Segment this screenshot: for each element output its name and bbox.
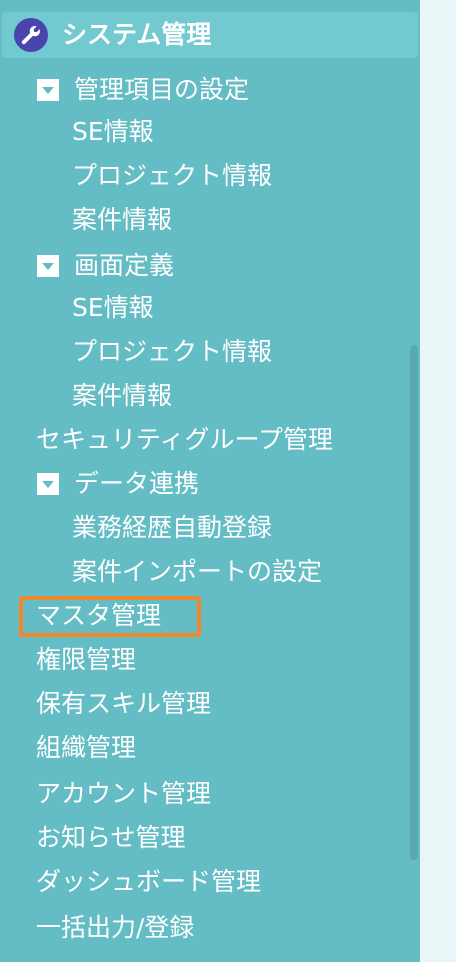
menu-item-account[interactable]: アカウント管理 (36, 774, 211, 814)
collapse-toggle-icon[interactable] (36, 254, 60, 278)
menu-item-screen-def-project[interactable]: プロジェクト情報 (72, 332, 272, 372)
menu-item-label: 保有スキル管理 (36, 689, 212, 718)
menu-item-label: プロジェクト情報 (72, 161, 273, 190)
menu-item-item-settings-case[interactable]: 案件情報 (72, 200, 172, 240)
sidebar-scrollbar[interactable] (410, 345, 418, 860)
menu-group-label: 管理項目の設定 (74, 75, 250, 104)
menu-item-permission[interactable]: 権限管理 (36, 640, 136, 680)
sidebar-header-title: システム管理 (62, 20, 212, 49)
collapse-toggle-icon[interactable] (36, 472, 60, 496)
menu-item-label: 権限管理 (36, 645, 137, 674)
highlight-box (19, 596, 201, 637)
menu-item-label: 案件インポートの設定 (72, 557, 323, 586)
main-content-edge (420, 0, 456, 962)
menu-item-label: SE情報 (72, 117, 154, 146)
menu-item-label: セキュリティグループ管理 (36, 425, 334, 454)
sidebar: システム管理 管理項目の設定 SE情報 プロジェクト情報 案件情報 画面定義 S… (0, 0, 420, 962)
menu-item-label: お知らせ管理 (36, 823, 186, 852)
collapse-toggle-icon[interactable] (36, 78, 60, 102)
menu-group-label: 画面定義 (74, 251, 175, 280)
menu-item-bulk-export-import[interactable]: 一括出力/登録 (36, 908, 194, 948)
menu-item-item-settings-se[interactable]: SE情報 (72, 112, 154, 152)
menu-item-label: アカウント管理 (36, 779, 212, 808)
menu-item-item-settings-project[interactable]: プロジェクト情報 (72, 156, 272, 196)
menu-item-notice[interactable]: お知らせ管理 (36, 818, 186, 858)
sidebar-header-system-admin[interactable]: システム管理 (2, 12, 418, 58)
menu-item-screen-def-se[interactable]: SE情報 (72, 288, 154, 328)
menu-item-career-auto-register[interactable]: 業務経歴自動登録 (72, 508, 272, 548)
menu-item-screen-def-case[interactable]: 案件情報 (72, 376, 172, 416)
menu-item-label: 組織管理 (36, 733, 137, 762)
menu-item-label: 業務経歴自動登録 (72, 513, 273, 542)
menu-item-label: 案件情報 (72, 381, 173, 410)
menu-item-label: プロジェクト情報 (72, 337, 273, 366)
menu-item-label: SE情報 (72, 293, 154, 322)
menu-item-label: 一括出力/登録 (36, 913, 195, 942)
menu-item-organization[interactable]: 組織管理 (36, 728, 136, 768)
menu-group-label: データ連携 (74, 469, 200, 498)
wrench-icon (14, 18, 48, 52)
menu-item-case-import-settings[interactable]: 案件インポートの設定 (72, 552, 322, 592)
menu-item-dashboard[interactable]: ダッシュボード管理 (36, 862, 261, 902)
menu-item-label: 案件情報 (72, 205, 173, 234)
menu-item-security-group[interactable]: セキュリティグループ管理 (36, 420, 333, 460)
menu-item-label: ダッシュボード管理 (36, 867, 262, 896)
menu-item-skill[interactable]: 保有スキル管理 (36, 684, 211, 724)
